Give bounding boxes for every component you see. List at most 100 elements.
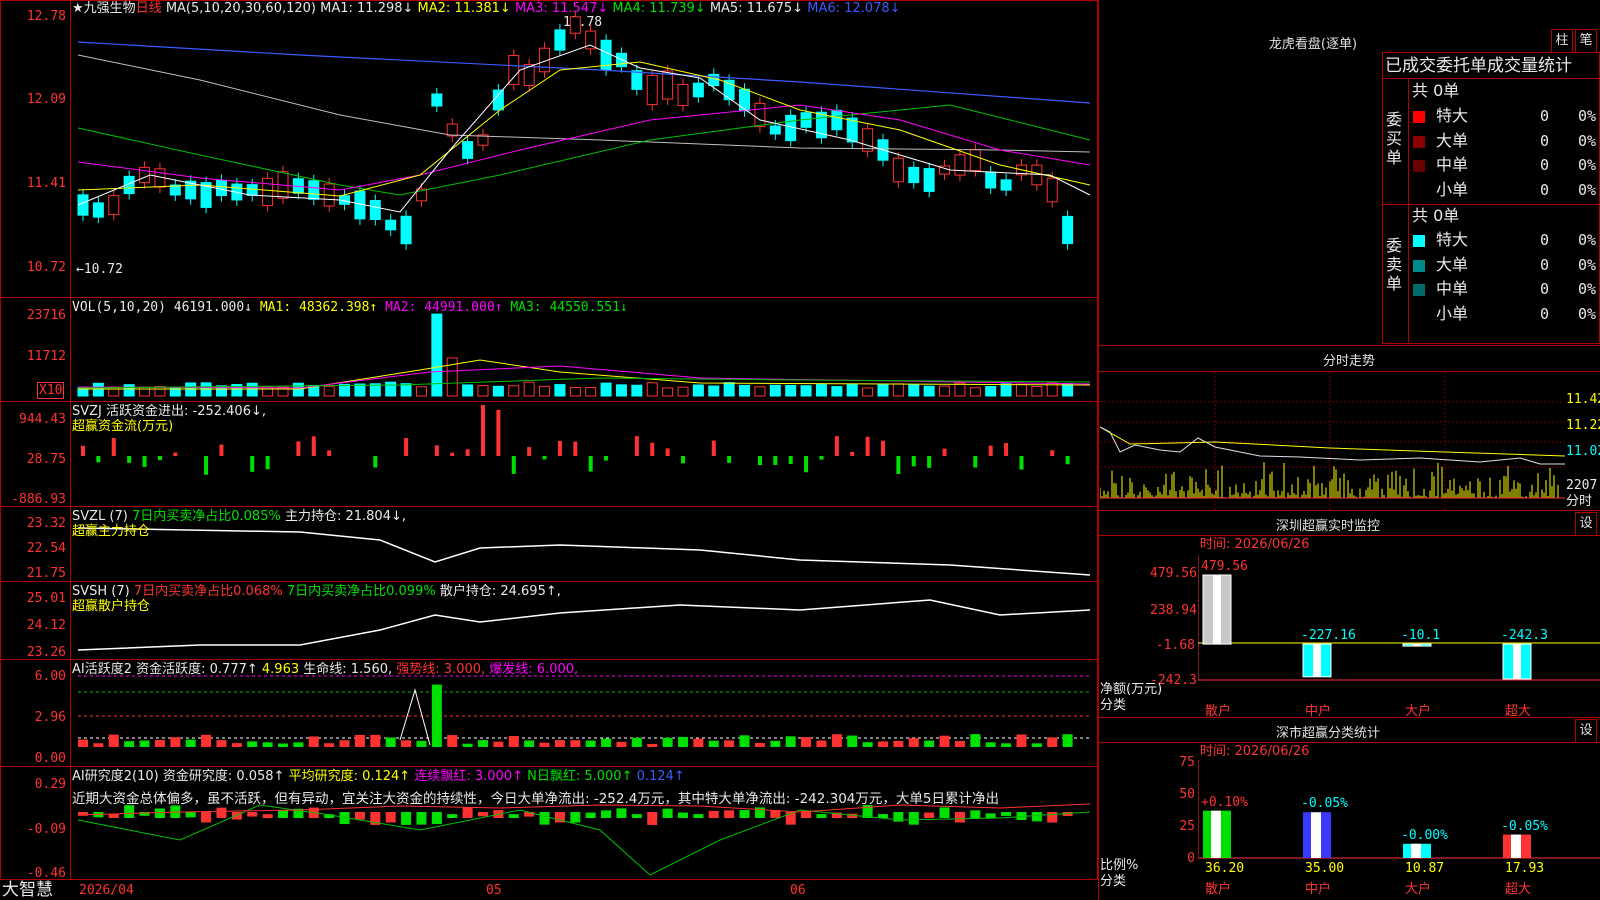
- order-count: 0: [1540, 304, 1550, 323]
- monitor-bar-value: -10.1: [1401, 628, 1441, 644]
- classify-bar: [1403, 843, 1431, 858]
- svsh-line: [77, 599, 1091, 651]
- tick-view-button[interactable]: 笔: [1575, 29, 1597, 53]
- intraday-axis-tick: 11.42: [1566, 392, 1600, 407]
- order-size-color-icon: [1413, 160, 1425, 172]
- order-size-label: 中单: [1436, 155, 1469, 174]
- date-axis-start: 2026/04: [79, 883, 134, 898]
- ai-research-avg: 平均研究度: 0.124↑: [288, 769, 411, 784]
- classify-value: 10.87: [1405, 861, 1445, 876]
- intraday-chart[interactable]: [1100, 372, 1565, 510]
- vol-axis-tick: 23716: [26, 308, 66, 323]
- monitor-axis-tick: 479.56: [1150, 566, 1197, 581]
- classify-value: 35.00: [1305, 861, 1345, 876]
- order-size-color-icon: [1413, 135, 1425, 148]
- order-percent: 0%: [1578, 231, 1597, 249]
- vol-ma1: MA1: 48362.398↑: [259, 300, 378, 315]
- order-percent: 0%: [1578, 180, 1597, 199]
- classify-pct: -0.00%: [1401, 827, 1448, 843]
- monitor-bar: [1202, 574, 1232, 645]
- svzl-axis-tick: 22.54: [26, 541, 66, 556]
- monitor-title: 深圳超赢实时监控: [1275, 519, 1380, 534]
- monitor-bar-value: 479.56: [1201, 559, 1248, 574]
- order-size-label: 特大: [1436, 106, 1469, 125]
- vol-axis-tick: 11712: [26, 349, 66, 364]
- classify-bar: [1203, 810, 1231, 858]
- classify-category: 中户: [1305, 882, 1332, 897]
- ma3-line: [77, 104, 1091, 191]
- classify-pct: -0.05%: [1501, 818, 1548, 834]
- ma6-line: [77, 41, 1091, 104]
- sell-total: 共 0单: [1412, 206, 1460, 225]
- ai-activity-v2: 4.963: [261, 662, 300, 677]
- order-percent: 0%: [1578, 107, 1597, 125]
- vol-scale-badge: X10: [37, 382, 65, 399]
- classify-settings-button[interactable]: 设: [1575, 719, 1597, 743]
- svsh-axis-tick: 23.26: [26, 645, 66, 660]
- order-size-color-icon: [1413, 259, 1425, 272]
- ai2-axis-tick: -0.46: [26, 866, 66, 881]
- classify-axis-tick: 25: [1179, 819, 1195, 834]
- order-size-color-icon: [1413, 308, 1425, 321]
- ai-research-v5: 0.124↑: [636, 769, 685, 784]
- order-size-label: 中单: [1436, 279, 1469, 298]
- monitor-axis-tick: -1.68: [1155, 638, 1195, 653]
- monitor-axis-tick: 238.94: [1150, 603, 1197, 618]
- lhb-header: 已成交委托单成交量统计: [1385, 56, 1572, 76]
- ai-activity-bars: [78, 684, 1073, 747]
- order-size-color-icon: [1413, 235, 1425, 247]
- order-size-label: 特大: [1436, 230, 1469, 249]
- classify-value: 36.20: [1205, 861, 1245, 876]
- vol-ma3: MA3: 44550.551↓: [510, 300, 628, 315]
- order-size-label: 大单: [1436, 254, 1469, 274]
- intraday-foot: 分时: [1566, 494, 1593, 509]
- monitor-bar-value: -242.3: [1501, 628, 1548, 644]
- order-percent: 0%: [1578, 255, 1597, 274]
- ai-research-line: [77, 804, 1091, 876]
- monitor-time: 时间: 2026/06/26: [1200, 537, 1310, 552]
- intraday-vol-tick: 2207: [1566, 478, 1598, 493]
- intraday-title: 分时走势: [1322, 354, 1375, 369]
- buy-side-label: 委买单: [1386, 110, 1403, 167]
- order-size-label: 小单: [1436, 179, 1469, 199]
- sell-side-label: 委卖单: [1386, 236, 1403, 293]
- main-chart-canvas[interactable]: [0, 0, 1098, 880]
- date-axis-may: 05: [486, 883, 502, 898]
- classify-axis-tick: 75: [1179, 755, 1195, 770]
- svzl-line: [77, 527, 1091, 576]
- monitor-ylabel: 净额(万元): [1100, 682, 1163, 697]
- classify-ylabel: 比例%: [1100, 858, 1139, 873]
- date-axis-june: 06: [790, 883, 806, 898]
- bar-view-button[interactable]: 柱: [1551, 29, 1573, 53]
- svzl-sub: 超赢主力持仓: [72, 524, 151, 539]
- order-size-color-icon: [1413, 284, 1425, 296]
- order-percent: 0%: [1578, 304, 1597, 323]
- vol-label: VOL(5,10,20): [72, 300, 166, 315]
- vol-value: 46191.000↓: [173, 300, 253, 315]
- svzl-label: SVZL (7): [72, 509, 128, 524]
- monitor-settings-button[interactable]: 设: [1575, 512, 1597, 536]
- brand-logo-text: 大智慧: [2, 880, 53, 900]
- svzj-label: SVZJ 活跃资金进出: -252.406↓,: [72, 404, 267, 419]
- ai-burstline: 爆发线: 6.000,: [489, 662, 579, 677]
- ai2-axis-tick: 0.29: [34, 777, 66, 792]
- svzl-position: 主力持仓: 21.804↓,: [284, 509, 406, 524]
- svzj-sub: 超赢资金流(万元): [72, 419, 174, 434]
- svsh-axis-tick: 25.01: [26, 591, 66, 606]
- monitor-xlabel: 分类: [1100, 698, 1127, 713]
- candlesticks: [77, 10, 1074, 250]
- classify-axis-tick: 50: [1179, 787, 1195, 802]
- order-percent: 0%: [1578, 131, 1597, 150]
- classify-category: 超大: [1505, 882, 1532, 897]
- lhb-title: 龙虎看盘(逐单): [1268, 37, 1358, 52]
- classify-category: 散户: [1205, 882, 1232, 897]
- svsh-ratio1: 7日内买卖净占比0.068%: [133, 584, 283, 599]
- monitor-bar: [1402, 643, 1432, 647]
- svsh-label: SVSH (7): [72, 584, 130, 599]
- svsh-ratio2: 7日内买卖净占比0.099%: [286, 584, 436, 599]
- classify-bar: [1303, 812, 1331, 858]
- vol-ma-line: [78, 359, 1091, 390]
- classify-chart: [1198, 760, 1600, 859]
- ma2-line: [77, 61, 1091, 197]
- ai-research-label: AI研究度2(10) 资金研究度: 0.058↑: [72, 769, 285, 784]
